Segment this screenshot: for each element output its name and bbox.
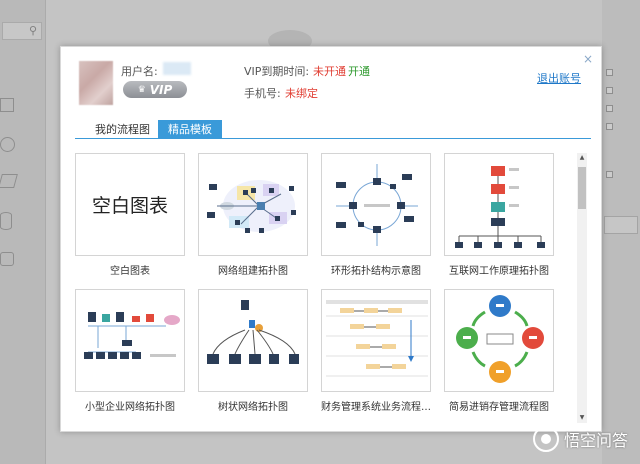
- tree-network-icon: [207, 300, 299, 364]
- template-title: 网络组建拓扑图: [218, 266, 288, 277]
- finance-flow-icon: [326, 300, 428, 377]
- vip-badge-label: VIP: [149, 82, 173, 97]
- template-card-small-business[interactable]: 小型企业网络拓扑图: [75, 289, 185, 413]
- close-icon[interactable]: ×: [583, 53, 593, 65]
- template-title: 小型企业网络拓扑图: [85, 402, 175, 413]
- dialog-tabs: 我的流程图 精品模板: [75, 120, 591, 139]
- watermark-text: 悟空问答: [563, 431, 628, 450]
- template-thumbnail[interactable]: 空白图表: [75, 153, 185, 256]
- inventory-flow-icon: [456, 295, 544, 383]
- template-thumbnail[interactable]: [444, 289, 554, 392]
- template-card-finance[interactable]: 财务管理系统业务流程…: [321, 289, 431, 413]
- username-label: 用户名:: [121, 65, 158, 78]
- phone-label: 手机号:: [244, 87, 281, 100]
- ring-topology-icon: [336, 164, 418, 246]
- template-title: 互联网工作原理拓扑图: [449, 266, 549, 277]
- scroll-down-arrow-icon[interactable]: ▼: [577, 413, 587, 423]
- template-thumbnail[interactable]: [444, 153, 554, 256]
- logout-link[interactable]: 退出账号: [537, 70, 581, 86]
- scroll-up-arrow-icon[interactable]: ▲: [577, 153, 587, 163]
- template-card-blank[interactable]: 空白图表 空白图表: [75, 153, 185, 277]
- vip-badge: ♛ VIP: [123, 81, 187, 98]
- small-business-network-icon: [84, 312, 180, 359]
- template-title: 树状网络拓扑图: [218, 402, 288, 413]
- vip-open-link[interactable]: 开通: [348, 63, 370, 79]
- wukong-logo-icon: [532, 426, 559, 452]
- username-value: [163, 62, 191, 75]
- crown-icon: ♛: [137, 84, 146, 95]
- template-thumbnail[interactable]: [198, 289, 308, 392]
- template-title: 简易进销存管理流程图: [449, 402, 549, 413]
- phone-status: 未绑定: [285, 87, 318, 100]
- template-card-network[interactable]: 网络组建拓扑图: [198, 153, 308, 277]
- template-thumbnail[interactable]: [321, 289, 431, 392]
- watermark: 悟空问答: [532, 426, 628, 452]
- template-dialog: × 用户名: ♛ VIP VIP到期时间: 未开通 开通 手机号: 未绑定 退出…: [60, 46, 602, 432]
- template-card-inventory[interactable]: 简易进销存管理流程图: [444, 289, 554, 413]
- template-card-tree[interactable]: 树状网络拓扑图: [198, 289, 308, 413]
- scroll-thumb[interactable]: [578, 167, 586, 209]
- template-thumbnail[interactable]: [75, 289, 185, 392]
- template-title: 环形拓扑结构示意图: [331, 266, 421, 277]
- template-thumbnail[interactable]: [198, 153, 308, 256]
- internet-topology-icon: [455, 166, 545, 248]
- blank-chart-title: 空白图表: [91, 195, 168, 217]
- vip-expiry-label: VIP到期时间:: [244, 65, 310, 78]
- vip-status: 未开通: [313, 65, 346, 78]
- avatar: [79, 61, 113, 105]
- template-card-internet[interactable]: 互联网工作原理拓扑图: [444, 153, 554, 277]
- template-title: 空白图表: [110, 266, 150, 277]
- template-grid: 空白图表 空白图表 网络组建拓扑图 环形拓扑结构示意图 互联网工作原理拓扑图 小…: [75, 153, 575, 429]
- template-thumbnail[interactable]: [321, 153, 431, 256]
- tab-my-flowcharts[interactable]: 我的流程图: [85, 120, 160, 139]
- template-title: 财务管理系统业务流程…: [321, 402, 431, 413]
- network-topology-icon: [207, 180, 296, 233]
- template-scrollbar[interactable]: ▲ ▼: [577, 153, 587, 423]
- template-card-ring[interactable]: 环形拓扑结构示意图: [321, 153, 431, 277]
- tab-premium-templates[interactable]: 精品模板: [158, 120, 222, 139]
